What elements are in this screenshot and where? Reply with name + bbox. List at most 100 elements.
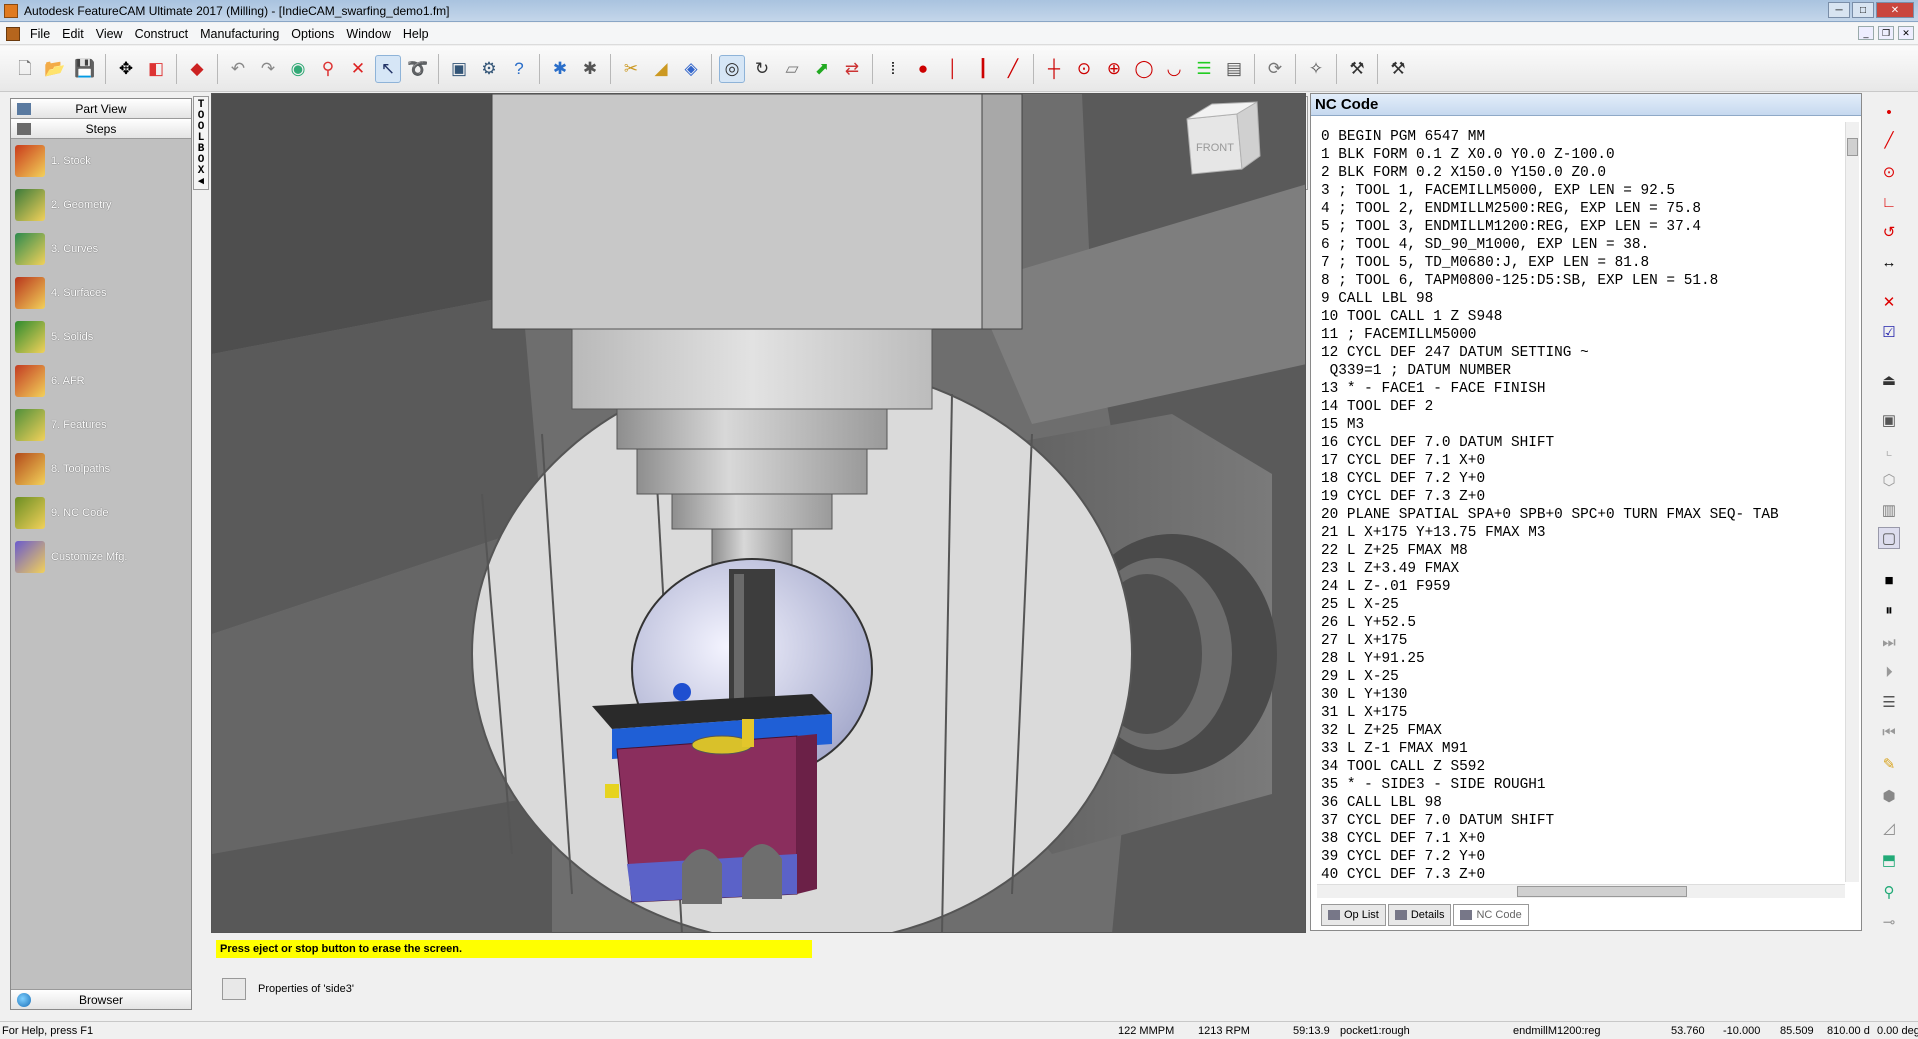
nc-line[interactable]: 9 CALL LBL 98 <box>1321 290 1841 308</box>
menu-file[interactable]: File <box>24 27 56 41</box>
step-list-icon[interactable]: ☰ <box>1878 691 1900 713</box>
toolpath-view-icon[interactable]: ⬒ <box>1878 849 1900 871</box>
tab-details[interactable]: Details <box>1387 904 1452 926</box>
menu-edit[interactable]: Edit <box>56 27 90 41</box>
menu-construct[interactable]: Construct <box>129 27 195 41</box>
stock-view-icon[interactable]: ▱ <box>779 55 805 83</box>
zoom-icon[interactable]: ⚲ <box>315 55 341 83</box>
simulation-icon[interactable]: ◆ <box>184 55 210 83</box>
select-chain-icon[interactable]: ➰ <box>405 55 431 83</box>
part-view-header[interactable]: Part View <box>11 99 191 119</box>
stop-icon[interactable]: ■ <box>1878 569 1900 591</box>
step-item[interactable]: 2. Geometry <box>11 183 191 227</box>
toolbox-tab[interactable]: T O O L B O X ◂ <box>193 96 209 190</box>
nc-code-text[interactable]: 0 BEGIN PGM 6547 MM 1 BLK FORM 0.1 Z X0.0… <box>1321 128 1841 880</box>
nc-line[interactable]: 38 CYCL DEF 7.1 X+0 <box>1321 830 1841 848</box>
save-icon[interactable]: 💾 <box>72 55 98 83</box>
arc-icon[interactable]: ◯ <box>1131 55 1157 83</box>
nc-line[interactable]: 4 ; TOOL 2, ENDMILLM2500:REG, EXP LEN = … <box>1321 200 1841 218</box>
nc-line[interactable]: 10 TOOL CALL 1 Z S948 <box>1321 308 1841 326</box>
new-file-icon[interactable]: 🗋 <box>12 55 38 83</box>
nc-line[interactable]: 26 L Y+52.5 <box>1321 614 1841 632</box>
trim-icon[interactable]: ✂ <box>618 55 644 83</box>
nc-line[interactable]: 22 L Z+25 FMAX M8 <box>1321 542 1841 560</box>
step-item[interactable]: 3. Curves <box>11 227 191 271</box>
step-item[interactable]: 8. Toolpaths <box>11 447 191 491</box>
nc-line[interactable]: 35 * - SIDE3 - SIDE ROUGH1 <box>1321 776 1841 794</box>
nc-line[interactable]: 19 CYCL DEF 7.3 Z+0 <box>1321 488 1841 506</box>
redo-icon[interactable]: ↷ <box>255 55 281 83</box>
nc-line[interactable]: 6 ; TOOL 4, SD_90_M1000, EXP LEN = 38. <box>1321 236 1841 254</box>
panel-icon[interactable]: ▤ <box>1221 55 1247 83</box>
select-arrow-icon[interactable]: ↖ <box>375 54 401 83</box>
nc-line[interactable]: 12 CYCL DEF 247 DATUM SETTING ~ <box>1321 344 1841 362</box>
browser-tab[interactable]: Browser <box>11 989 191 1009</box>
menu-help[interactable]: Help <box>397 27 435 41</box>
menu-options[interactable]: Options <box>285 27 340 41</box>
nc-line[interactable]: 36 CALL LBL 98 <box>1321 794 1841 812</box>
check-tool-icon[interactable]: ☑ <box>1878 321 1900 343</box>
properties-bar[interactable]: Properties of 'side3' <box>222 978 354 1000</box>
view-bars-icon[interactable]: ▥ <box>1878 499 1900 521</box>
nc-line[interactable]: 40 CYCL DEF 7.3 Z+0 <box>1321 866 1841 880</box>
steps-header[interactable]: Steps <box>11 119 191 139</box>
nc-line[interactable]: 28 L Y+91.25 <box>1321 650 1841 668</box>
feature-icon[interactable]: ◈ <box>678 55 704 83</box>
nc-line[interactable]: 33 L Z-1 FMAX M91 <box>1321 740 1841 758</box>
circle-icon[interactable]: ⊙ <box>1071 55 1097 83</box>
nc-line[interactable]: 11 ; FACEMILLM5000 <box>1321 326 1841 344</box>
menu-view[interactable]: View <box>90 27 129 41</box>
layers-icon[interactable]: ☰ <box>1191 55 1217 83</box>
viewcube[interactable]: FRONT <box>1186 101 1261 175</box>
view-active-icon[interactable]: ▢ <box>1878 527 1900 549</box>
nc-line[interactable]: 14 TOOL DEF 2 <box>1321 398 1841 416</box>
shading-icon[interactable]: ◧ <box>143 55 169 83</box>
nc-line[interactable]: 20 PLANE SPATIAL SPA+0 SPB+0 SPC+0 TURN … <box>1321 506 1841 524</box>
sparkle-icon[interactable]: ✧ <box>1303 55 1329 83</box>
nc-line[interactable]: 15 M3 <box>1321 416 1841 434</box>
arc-tool-icon[interactable]: ↺ <box>1878 221 1900 243</box>
step-item[interactable]: 6. AFR <box>11 359 191 403</box>
trim-tool-icon[interactable]: ✕ <box>1878 291 1900 313</box>
tool-view-icon[interactable]: ⚲ <box>1878 881 1900 903</box>
step-item[interactable]: 9. NC Code <box>11 491 191 535</box>
nc-line[interactable]: 3 ; TOOL 1, FACEMILLM5000, EXP LEN = 92.… <box>1321 182 1841 200</box>
align-icon[interactable]: ⇄ <box>839 55 865 83</box>
graphics-viewport[interactable]: FRONT <box>211 93 1306 933</box>
minimize-button[interactable]: ─ <box>1828 2 1850 18</box>
snap-options-icon[interactable]: ✱ <box>577 55 603 83</box>
view-3d-icon[interactable]: ⬡ <box>1878 469 1900 491</box>
transform-icon[interactable]: ⬈ <box>809 55 835 83</box>
nc-line[interactable]: 8 ; TOOL 6, TAPM0800-125:D5:SB, EXP LEN … <box>1321 272 1841 290</box>
construct-icon[interactable]: ◢ <box>648 55 674 83</box>
corner-tool-icon[interactable]: ∟ <box>1878 191 1900 213</box>
nc-line[interactable]: 31 L X+175 <box>1321 704 1841 722</box>
document-icon[interactable] <box>6 26 20 41</box>
pause-icon[interactable]: ⏸ <box>1878 599 1900 621</box>
nc-line[interactable]: Q339=1 ; DATUM NUMBER <box>1321 362 1841 380</box>
nc-line[interactable]: 0 BEGIN PGM 6547 MM <box>1321 128 1841 146</box>
undo-icon[interactable]: ↶ <box>225 55 251 83</box>
eject-icon[interactable]: ⏏ <box>1878 369 1900 391</box>
view-corner-icon[interactable]: ⌞ <box>1878 439 1900 461</box>
circle-tool-icon[interactable]: ⊙ <box>1878 161 1900 183</box>
pan-icon[interactable]: ✥ <box>113 55 139 83</box>
snap-icon[interactable]: ✱ <box>547 55 573 83</box>
toolpath-icon[interactable]: ◎ <box>719 54 745 83</box>
color-wheel-icon[interactable]: ◉ <box>285 55 311 83</box>
step-back-icon[interactable]: ⏮ <box>1878 721 1900 743</box>
nc-line[interactable]: 37 CYCL DEF 7.0 DATUM SHIFT <box>1321 812 1841 830</box>
open-folder-icon[interactable]: 📂 <box>42 55 68 83</box>
point-tool-icon[interactable]: • <box>1878 101 1900 123</box>
nc-line[interactable]: 2 BLK FORM 0.2 X150.0 Y150.0 Z0.0 <box>1321 164 1841 182</box>
nc-line[interactable]: 1 BLK FORM 0.1 Z X0.0 Y0.0 Z-100.0 <box>1321 146 1841 164</box>
delete-icon[interactable]: ✕ <box>345 55 371 83</box>
line-tool-icon[interactable]: ╱ <box>1878 129 1900 151</box>
view-box-icon[interactable]: ▣ <box>1878 409 1900 431</box>
nc-line[interactable]: 23 L Z+3.49 FMAX <box>1321 560 1841 578</box>
nc-line[interactable]: 29 L X-25 <box>1321 668 1841 686</box>
dimension-tool-icon[interactable]: ↔ <box>1878 251 1900 273</box>
nc-line[interactable]: 18 CYCL DEF 7.2 Y+0 <box>1321 470 1841 488</box>
step-item[interactable]: 1. Stock <box>11 139 191 183</box>
doc-restore-button[interactable]: ❐ <box>1878 26 1894 40</box>
